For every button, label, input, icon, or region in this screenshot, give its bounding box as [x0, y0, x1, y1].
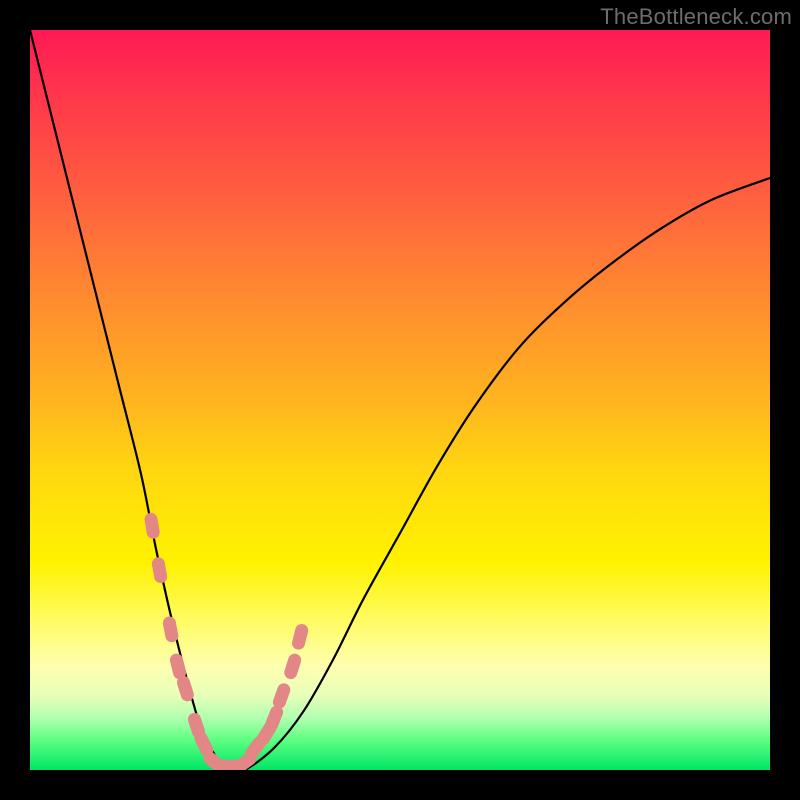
highlight-markers	[144, 512, 310, 770]
marker-pill	[151, 556, 168, 584]
marker-pill	[175, 674, 195, 703]
marker-pill	[144, 512, 161, 540]
plot-area	[30, 30, 770, 770]
marker-pill	[283, 652, 303, 681]
chart-svg	[30, 30, 770, 770]
marker-pill	[271, 682, 292, 711]
marker-pill	[162, 615, 180, 643]
curve-layer	[30, 30, 770, 770]
bottleneck-curve	[30, 30, 770, 770]
chart-frame: TheBottleneck.com	[0, 0, 800, 800]
watermark-text: TheBottleneck.com	[600, 4, 792, 30]
marker-pill	[291, 623, 310, 651]
